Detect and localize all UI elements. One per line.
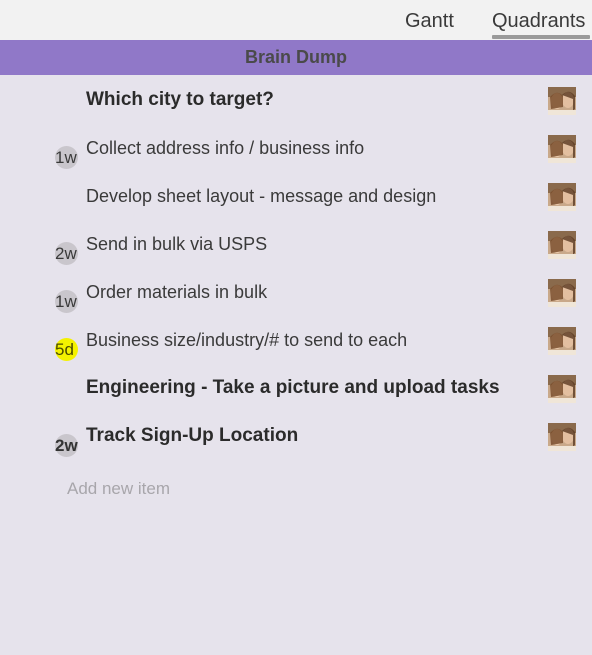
avatar-photo-icon — [548, 231, 576, 259]
task-item-text[interactable]: Send in bulk via USPS — [86, 233, 267, 255]
top-bar: Gantt Quadrants — [0, 0, 592, 40]
assignee-avatar[interactable] — [548, 183, 576, 211]
avatar-photo-icon — [548, 183, 576, 211]
active-tab-underline — [492, 35, 590, 39]
assignee-avatar[interactable] — [548, 279, 576, 307]
duration-badge: 2w — [55, 434, 78, 457]
duration-badge: 1w — [55, 146, 78, 169]
assignee-avatar[interactable] — [548, 327, 576, 355]
avatar-photo-icon — [548, 423, 576, 451]
task-item-text[interactable]: Business size/industry/# to send to each — [86, 329, 407, 351]
task-item-text[interactable]: Engineering - Take a picture and upload … — [86, 377, 500, 399]
task-item-text[interactable]: Develop sheet layout - message and desig… — [86, 185, 436, 207]
task-item-text[interactable]: Which city to target? — [86, 89, 274, 111]
assignee-avatar[interactable] — [548, 87, 576, 115]
section-header: Brain Dump — [0, 40, 592, 75]
duration-badge: 1w — [55, 290, 78, 313]
tab-quadrants[interactable]: Quadrants — [492, 9, 585, 33]
duration-badge: 2w — [55, 242, 78, 265]
assignee-avatar[interactable] — [548, 375, 576, 403]
task-item-text[interactable]: Track Sign-Up Location — [86, 425, 298, 447]
assignee-avatar[interactable] — [548, 231, 576, 259]
add-new-item-input[interactable]: Add new item — [67, 479, 170, 499]
avatar-photo-icon — [548, 279, 576, 307]
duration-badge: 5d — [55, 338, 78, 361]
avatar-photo-icon — [548, 375, 576, 403]
avatar-photo-icon — [548, 327, 576, 355]
avatar-photo-icon — [548, 87, 576, 115]
task-item-text[interactable]: Order materials in bulk — [86, 281, 267, 303]
tab-gantt[interactable]: Gantt — [405, 9, 454, 33]
assignee-avatar[interactable] — [548, 135, 576, 163]
avatar-photo-icon — [548, 135, 576, 163]
assignee-avatar[interactable] — [548, 423, 576, 451]
task-item-text[interactable]: Collect address info / business info — [86, 137, 364, 159]
